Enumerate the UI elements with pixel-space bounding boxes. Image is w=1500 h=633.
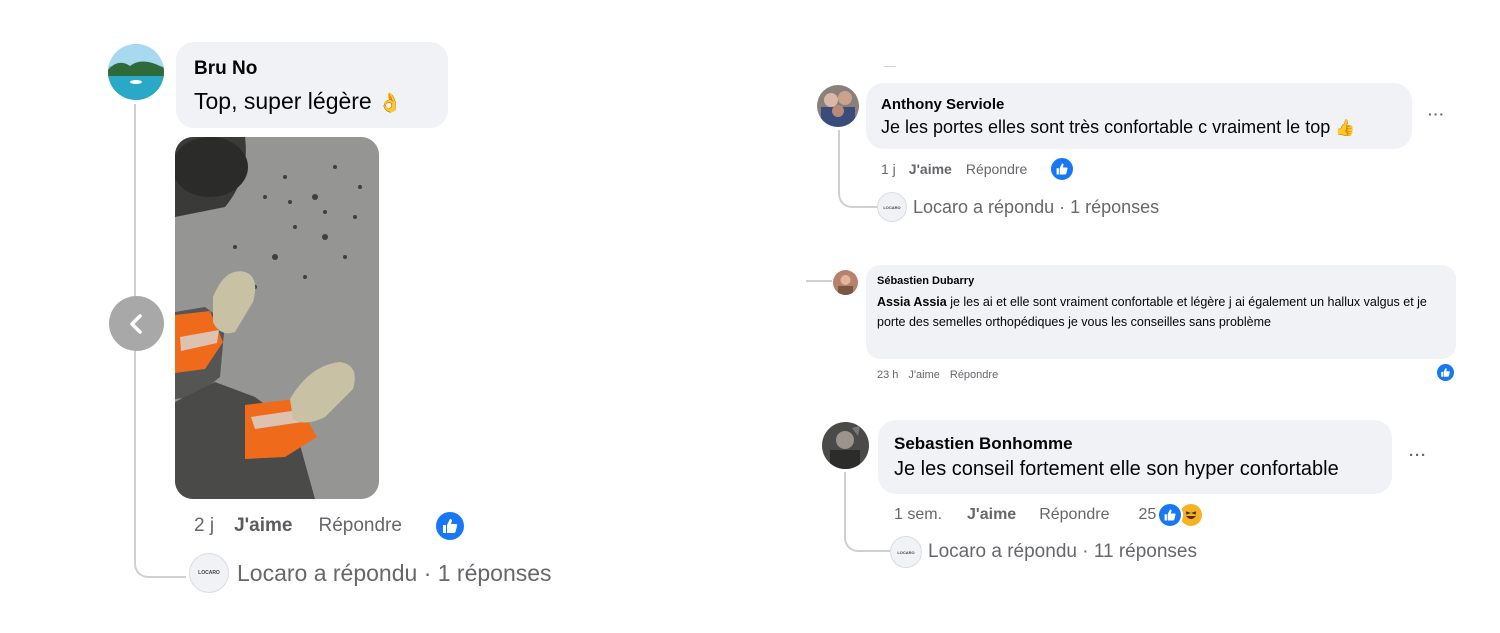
avatar[interactable] [833, 270, 858, 295]
comment-time[interactable]: 2 j [194, 515, 214, 537]
thread-connector [806, 280, 832, 282]
comment-actions: 1 j J'aime Répondre [881, 156, 1076, 182]
laughing-face-icon [1182, 506, 1201, 524]
like-button[interactable]: J'aime [234, 515, 292, 537]
avatar-person-image [833, 270, 858, 295]
comment-author[interactable]: Sebastien Bonhomme [894, 434, 1073, 454]
comment-text-block: Assia Assia je les ai et elle sont vraim… [877, 292, 1442, 332]
like-icon[interactable] [1435, 362, 1456, 383]
comment-time[interactable]: 23 h [877, 369, 898, 381]
reply-summary[interactable]: LOCARO Locaro a répondu · 1 réponses [189, 553, 552, 593]
photo-boots-drawing [175, 137, 379, 499]
photo-boots-image[interactable] [175, 137, 379, 499]
comment-time[interactable]: 1 sem. [894, 506, 942, 524]
locaro-logo-text: LOCARO [883, 204, 901, 210]
like-icon[interactable] [1049, 156, 1076, 182]
like-button[interactable]: J'aime [967, 506, 1016, 524]
locaro-logo: LOCARO [189, 553, 229, 593]
comment-author[interactable]: Anthony Serviole [881, 96, 1004, 113]
reply-button[interactable]: Répondre [966, 161, 1028, 177]
locaro-logo-text: LOCARO [198, 570, 220, 576]
chevron-left-icon [129, 313, 142, 334]
comment-author[interactable]: Bru No [194, 58, 257, 80]
thumbs-up-icon [1441, 368, 1450, 377]
reply-summary-text[interactable]: Locaro a répondu · 1 réponses [237, 560, 552, 587]
avatar[interactable] [822, 422, 869, 469]
comment-text-line: Je les portes elles sont très confortabl… [881, 117, 1355, 138]
comment-bubble: Anthony Serviole Je les portes elles son… [866, 83, 1412, 149]
comment-actions: 23 h J'aime Répondre [877, 367, 998, 383]
like-button[interactable]: J'aime [909, 161, 952, 177]
comment-text: Je les conseil fortement elle son hyper … [894, 458, 1339, 480]
thumbs-up-icon [442, 519, 458, 533]
comment-text: je les ai et elle sont vraiment conforta… [877, 295, 1427, 329]
comment-text-line: Top, super légère 👌 [194, 88, 402, 115]
avatar-person-image [822, 422, 869, 469]
like-icon[interactable] [433, 510, 466, 542]
reply-button[interactable]: Répondre [950, 369, 998, 381]
reply-summary-text[interactable]: Locaro a répondu · 1 réponses [913, 197, 1159, 218]
comment-text: Je les portes elles sont très confortabl… [881, 117, 1331, 137]
comment-actions: 1 sem. J'aime Répondre 25 [894, 502, 1205, 528]
avatar-group-image [817, 85, 859, 127]
avatar-landscape-image [108, 44, 164, 100]
carousel-prev-button[interactable] [109, 296, 164, 351]
reply-summary-text[interactable]: Locaro a répondu · 11 réponses [928, 541, 1197, 563]
more-options-button[interactable]: ··· [1428, 106, 1445, 122]
avatar[interactable] [817, 85, 859, 127]
more-options-button[interactable]: ··· [1409, 447, 1427, 464]
comment-author[interactable]: Sébastien Dubarry [877, 275, 974, 287]
locaro-logo: LOCARO [890, 536, 922, 568]
like-icon[interactable] [1157, 502, 1184, 528]
comment-text: Top, super légère [194, 88, 372, 114]
like-button[interactable]: J'aime [908, 369, 939, 381]
thumbs-up-emoji: 👍 [1335, 120, 1356, 137]
reply-button[interactable]: Répondre [1039, 506, 1109, 524]
locaro-logo: LOCARO [877, 192, 907, 222]
comment-bubble: Bru No Top, super légère 👌 [176, 42, 448, 128]
locaro-logo-text: LOCARO [897, 549, 915, 555]
ok-hand-emoji: 👌 [378, 93, 402, 114]
reply-button[interactable]: Répondre [318, 515, 401, 537]
thumbs-up-icon [1164, 509, 1176, 521]
comment-bubble: Sébastien Dubarry Assia Assia je les ai … [866, 265, 1456, 359]
avatar[interactable] [108, 44, 164, 100]
reply-summary[interactable]: LOCARO Locaro a répondu · 1 réponses [877, 192, 1159, 222]
divider [884, 66, 896, 67]
mention-link[interactable]: Assia Assia [877, 295, 947, 309]
comment-time[interactable]: 1 j [881, 161, 896, 177]
reply-summary[interactable]: LOCARO Locaro a répondu · 11 réponses [890, 536, 1197, 568]
comment-actions: 2 j J'aime Répondre [194, 510, 466, 542]
thumbs-up-icon [1056, 163, 1068, 175]
comment-bubble: Sebastien Bonhomme Je les conseil fortem… [878, 420, 1392, 494]
reaction-count[interactable]: 25 [1138, 506, 1156, 524]
